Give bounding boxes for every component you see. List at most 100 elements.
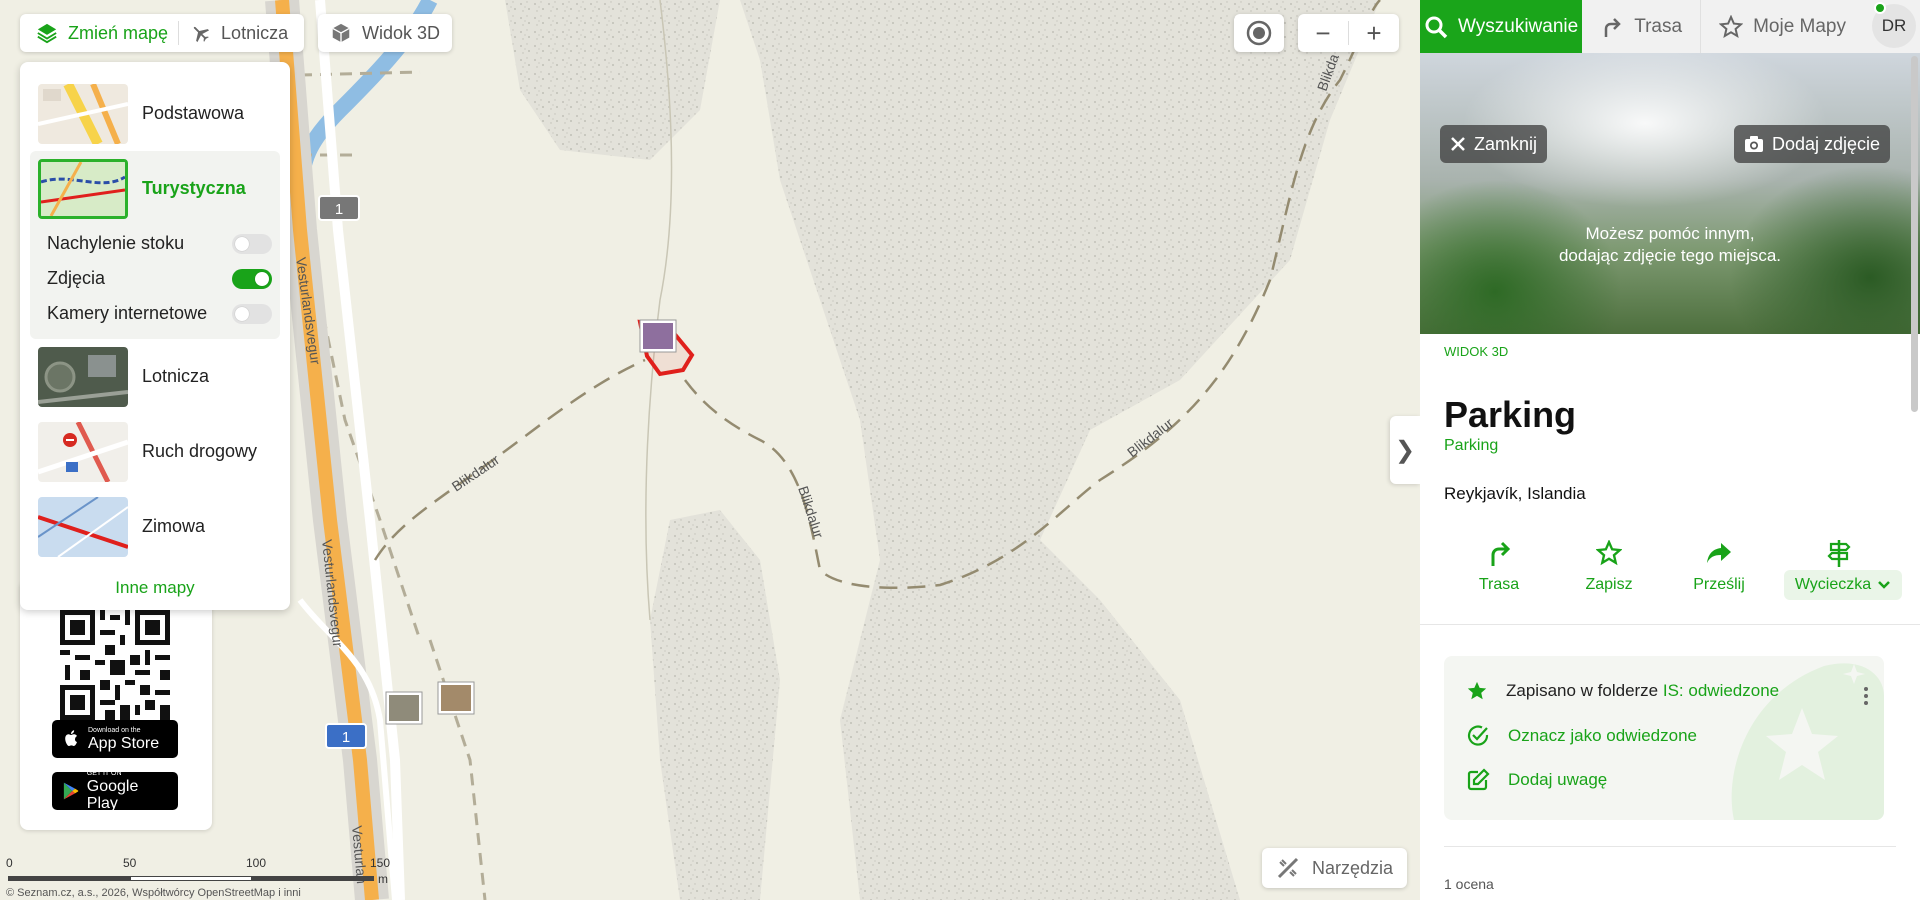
add-photo-button[interactable]: Dodaj zdjęcie — [1734, 125, 1891, 163]
user-avatar[interactable]: DR — [1872, 2, 1916, 48]
action-label: Trasa — [1478, 576, 1520, 593]
place-detail-panel: Wyszukiwanie Trasa Moje Mapy DR Zamknij … — [1420, 0, 1920, 900]
scale-tick: 0 — [6, 856, 13, 870]
rating-count[interactable]: 1 ocena — [1444, 876, 1494, 892]
add-note-row[interactable]: Dodaj uwagę — [1466, 768, 1607, 792]
map-type-label: Lotnicza — [142, 366, 210, 386]
scale-unit: m — [378, 872, 388, 886]
boundary-line — [428, 639, 487, 900]
trip-dropdown-button[interactable]: Wycieczka — [1784, 570, 1902, 600]
layer-label: Kamery internetowe — [47, 303, 208, 323]
saved-status-card: Zapisano w folderze IS: odwiedzone Oznac… — [1444, 656, 1884, 820]
map-type-basic[interactable]: Podstawowa — [30, 76, 280, 151]
map-type-winter[interactable]: Zimowa — [30, 489, 280, 564]
map-toolbar: Zmień mapę Lotnicza — [20, 14, 305, 52]
airplane-icon — [193, 26, 210, 43]
google-play-icon — [63, 782, 79, 800]
tab-search[interactable]: Wyszukiwanie — [1420, 0, 1583, 53]
place-location: Reykjavík, Islandia — [1444, 484, 1586, 503]
map-type-traffic[interactable]: Ruch drogowy — [30, 414, 280, 489]
avatar-initials: DR — [1881, 16, 1907, 35]
mark-visited-row[interactable]: Oznacz jako odwiedzone — [1466, 724, 1697, 748]
google-play-label: Google Play — [86, 778, 139, 812]
zoom-out-button[interactable]: − — [1298, 14, 1348, 52]
map-type-aerial[interactable]: Lotnicza — [30, 339, 280, 414]
qr-code-icon[interactable] — [60, 610, 170, 720]
view-3d-button[interactable]: Widok 3D — [318, 14, 453, 52]
slope-toggle[interactable] — [232, 233, 272, 254]
saved-folder-link[interactable]: IS: odwiedzone — [1663, 681, 1779, 700]
chevron-right-icon: ❯ — [1394, 436, 1416, 464]
view-3d-label: Widok 3D — [362, 22, 441, 43]
scale-segment — [8, 876, 130, 881]
section-divider — [1420, 624, 1920, 625]
tools-button[interactable]: Narzędzia — [1262, 848, 1408, 888]
star-filled-icon — [1467, 681, 1487, 700]
tab-route[interactable]: Trasa — [1582, 0, 1700, 53]
panel-tabs: Wyszukiwanie Trasa Moje Mapy DR — [1420, 0, 1920, 53]
google-play-button[interactable]: GET IT ON Google Play — [52, 770, 178, 812]
add-photo-label: Dodaj zdjęcie — [1772, 133, 1881, 154]
map-thumbnail-tourist — [38, 158, 128, 219]
tab-label: Trasa — [1634, 15, 1683, 37]
collapse-panel-button[interactable]: ❯ — [1390, 416, 1420, 484]
photo-marker[interactable] — [437, 681, 475, 715]
change-map-label: Zmień mapę — [68, 22, 169, 43]
route-shield: 1 — [318, 195, 360, 221]
svg-text:1: 1 — [342, 729, 350, 746]
panel-scrollbar[interactable] — [1911, 56, 1918, 412]
trail-label: Blikdalur — [1124, 414, 1176, 460]
app-promo-card: Download on the App Store GET IT ON Goog… — [20, 580, 212, 830]
map-type-tourist-group: Turystyczna Nachylenie stoku Zdjęcia Kam… — [30, 151, 280, 339]
save-action-button[interactable]: Zapisz — [1564, 538, 1654, 594]
trail-label: Blikdalur — [795, 484, 827, 540]
view-3d-link[interactable]: WIDOK 3D — [1444, 344, 1508, 359]
place-category[interactable]: Parking — [1444, 437, 1498, 455]
close-button[interactable]: Zamknij — [1440, 125, 1548, 163]
map-type-tourist[interactable]: Turystyczna — [30, 151, 280, 226]
photo-hint-line: dodając zdjęcie tego miejsca. — [1558, 246, 1782, 265]
action-label: Zapisz — [1585, 576, 1633, 593]
change-map-button[interactable]: Zmień mapę — [26, 14, 178, 52]
svg-text:1: 1 — [335, 201, 343, 218]
tab-label: Moje Mapy — [1753, 15, 1846, 37]
close-label: Zamknij — [1474, 133, 1538, 154]
signpost-icon — [1827, 540, 1851, 567]
share-arrow-icon — [1707, 543, 1731, 563]
map-thumbnail-traffic — [38, 421, 128, 482]
app-store-button[interactable]: Download on the App Store — [52, 720, 178, 758]
locate-me-button[interactable] — [1234, 14, 1284, 52]
photo-marker[interactable] — [639, 319, 677, 353]
copyright: © Seznam.cz, a.s., 2026, Współtwórcy Ope… — [6, 887, 301, 899]
plus-icon: + — [1366, 17, 1382, 48]
scree-area — [505, 0, 720, 160]
route-action-button[interactable]: Trasa — [1454, 538, 1544, 594]
map-canvas[interactable]: 1 1 Vesturlandsvegur Vesturlandsvegur Ve… — [0, 0, 1420, 900]
cube-icon — [332, 23, 350, 43]
photo-hint: Możesz pomóc innym, dodając zdjęcie tego… — [1420, 223, 1920, 267]
apple-icon — [65, 730, 77, 746]
trail-path — [373, 358, 646, 561]
tab-my-maps[interactable]: Moje Mapy — [1701, 0, 1864, 53]
route-shield: 1 — [325, 723, 367, 749]
photos-toggle[interactable] — [232, 268, 272, 289]
more-options-button[interactable] — [1856, 684, 1876, 708]
aerial-map-button[interactable]: Lotnicza — [179, 14, 298, 52]
layer-label: Nachylenie stoku — [47, 233, 185, 253]
share-action-button[interactable]: Prześlij — [1674, 538, 1764, 594]
scale-tick: 100 — [246, 856, 267, 870]
check-circle-icon — [1467, 725, 1489, 746]
route-arrow-icon — [1491, 541, 1511, 566]
photo-marker[interactable] — [385, 691, 423, 725]
other-maps-link[interactable]: Inne mapy — [30, 578, 280, 598]
camera-icon — [1745, 136, 1763, 152]
star-outline-icon — [1596, 540, 1622, 566]
tab-label: Wyszukiwanie — [1458, 15, 1579, 37]
layer-photos: Zdjęcia — [30, 261, 280, 296]
zoom-in-button[interactable]: + — [1349, 14, 1399, 52]
place-photo-area: Zamknij Dodaj zdjęcie Możesz pomóc innym… — [1420, 53, 1920, 334]
trail-label: Blikdalur — [449, 451, 503, 494]
webcams-toggle[interactable] — [232, 303, 272, 324]
app-store-label: App Store — [88, 734, 160, 752]
edit-note-icon — [1467, 768, 1490, 791]
